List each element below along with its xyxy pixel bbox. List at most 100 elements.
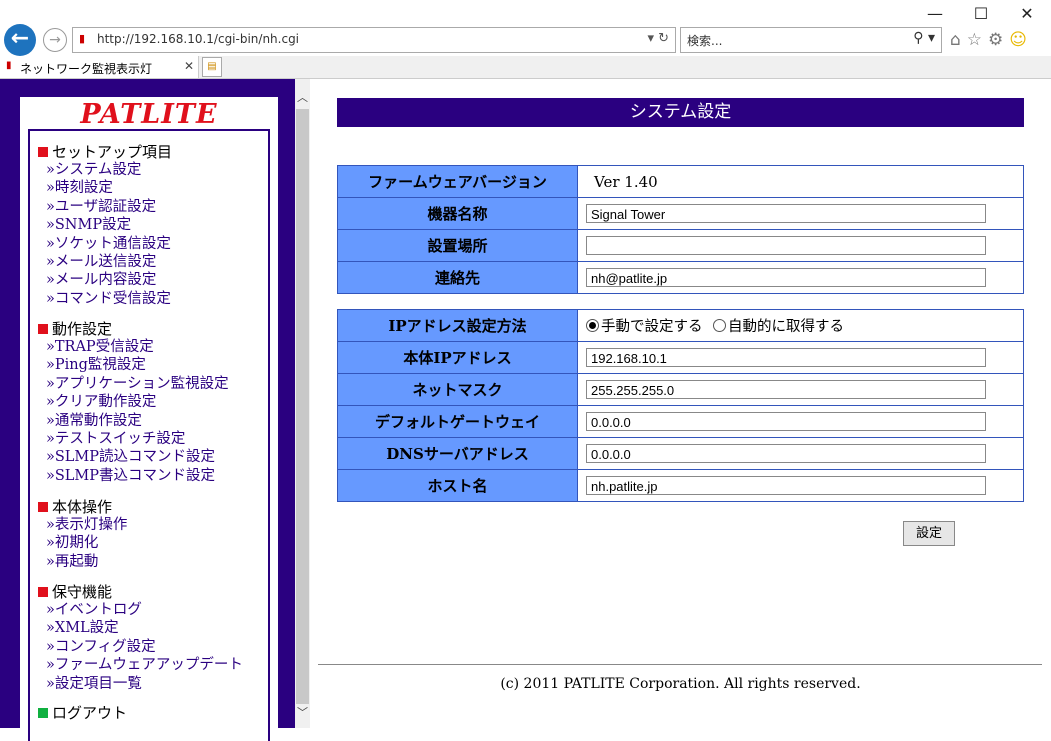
location-label: 設置場所 bbox=[337, 229, 578, 262]
hostname-cell: nh.patlite.jp bbox=[577, 469, 1024, 502]
table-row: 設置場所 bbox=[337, 229, 1024, 262]
ip-method-cell: 手動で設定する 自動的に取得する bbox=[577, 309, 1024, 342]
tab-active[interactable]: ▮ ネットワーク監視表示灯 ✕ bbox=[0, 56, 199, 78]
home-icon[interactable]: ⌂ bbox=[950, 30, 961, 50]
green-square-icon bbox=[38, 708, 48, 718]
search-icon[interactable]: ⚲ ▾ bbox=[913, 30, 935, 46]
forward-button[interactable]: → bbox=[43, 28, 67, 52]
menu-link-firmware[interactable]: »ファームウェアアップデート bbox=[38, 656, 243, 674]
menu-link-init[interactable]: »初期化 bbox=[38, 534, 127, 552]
ip-address-label: 本体IPアドレス bbox=[337, 341, 578, 374]
location-cell bbox=[577, 229, 1024, 262]
netmask-cell: 255.255.255.0 bbox=[577, 373, 1024, 406]
new-tab-icon[interactable]: ▤ bbox=[202, 57, 222, 77]
menu-section-heading: 保守機能 bbox=[38, 583, 243, 601]
menu-link-system[interactable]: »システム設定 bbox=[38, 161, 172, 179]
tab-title: ネットワーク監視表示灯 bbox=[20, 62, 153, 76]
sidebar-frame: PATLITE セットアップ項目 »システム設定 »時刻設定 »ユーザ認証設定 … bbox=[0, 79, 295, 741]
ip-auto-label[interactable]: 自動的に取得する bbox=[728, 319, 844, 335]
menu-section-heading: セットアップ項目 bbox=[38, 143, 172, 161]
menu-link-command-recv[interactable]: »コマンド受信設定 bbox=[38, 290, 172, 308]
menu-link-reboot[interactable]: »再起動 bbox=[38, 553, 127, 571]
scroll-down-icon[interactable]: ﹀ bbox=[295, 704, 310, 720]
dns-field[interactable]: 0.0.0.0 bbox=[586, 444, 986, 463]
sidebar-scrollbar[interactable]: ︿ ﹀ bbox=[295, 79, 310, 728]
menu-link-mail-send[interactable]: »メール送信設定 bbox=[38, 253, 172, 271]
menu-link-settings-list[interactable]: »設定項目一覧 bbox=[38, 675, 243, 693]
favicon-icon: ▮ bbox=[79, 32, 86, 45]
ip-auto-radio[interactable] bbox=[712, 319, 726, 332]
contact-cell: nh@patlite.jp bbox=[577, 261, 1024, 294]
menu-link-xml[interactable]: »XML設定 bbox=[38, 619, 243, 637]
tab-bar: ▮ ネットワーク監視表示灯 ✕ ▤ bbox=[0, 56, 1051, 79]
maximize-icon[interactable]: ☐ bbox=[966, 4, 996, 23]
table-row: 機器名称 Signal Tower bbox=[337, 197, 1024, 230]
gateway-field[interactable]: 0.0.0.0 bbox=[586, 412, 986, 431]
menu-link-slmp-read[interactable]: »SLMP読込コマンド設定 bbox=[38, 448, 229, 466]
tab-close-icon[interactable]: ✕ bbox=[184, 59, 194, 73]
scroll-up-icon[interactable]: ︿ bbox=[295, 89, 310, 105]
menu-section-maintenance: 保守機能 »イベントログ »XML設定 »コンフィグ設定 »ファームウェアアップ… bbox=[38, 583, 243, 693]
menu-link-normal[interactable]: »通常動作設定 bbox=[38, 412, 229, 430]
menu-link-eventlog[interactable]: »イベントログ bbox=[38, 601, 243, 619]
minimize-icon[interactable]: — bbox=[920, 4, 950, 23]
device-name-field[interactable]: Signal Tower bbox=[586, 204, 986, 223]
logout-link[interactable]: ログアウト bbox=[38, 704, 127, 722]
tab-favicon-icon: ▮ bbox=[6, 60, 12, 71]
ip-address-field[interactable]: 192.168.10.1 bbox=[586, 348, 986, 367]
menu-section-logout[interactable]: ログアウト bbox=[38, 704, 127, 722]
menu-section-heading: 動作設定 bbox=[38, 320, 229, 338]
close-window-icon[interactable]: ✕ bbox=[1012, 4, 1042, 23]
gateway-cell: 0.0.0.0 bbox=[577, 405, 1024, 438]
refresh-icon[interactable]: ▾ ↻ bbox=[647, 31, 669, 46]
menu-link-config[interactable]: »コンフィグ設定 bbox=[38, 638, 243, 656]
ip-manual-radio[interactable] bbox=[586, 319, 599, 332]
search-box[interactable]: 検索... ⚲ ▾ bbox=[680, 27, 942, 53]
firmware-label: ファームウェアバージョン bbox=[337, 165, 578, 198]
hostname-field[interactable]: nh.patlite.jp bbox=[586, 476, 986, 495]
menu-link-slmp-write[interactable]: »SLMP書込コマンド設定 bbox=[38, 467, 229, 485]
menu-link-time[interactable]: »時刻設定 bbox=[38, 179, 172, 197]
red-square-icon bbox=[38, 147, 48, 157]
settings-gear-icon[interactable]: ⚙ bbox=[988, 30, 1003, 50]
main-content: システム設定 ファームウェアバージョン Ver 1.40 機器名称 Signal… bbox=[310, 79, 1051, 728]
ip-method-label: IPアドレス設定方法 bbox=[337, 309, 578, 342]
menu-link-socket[interactable]: »ソケット通信設定 bbox=[38, 235, 172, 253]
firmware-value: Ver 1.40 bbox=[594, 172, 658, 191]
favorites-star-icon[interactable]: ☆ bbox=[967, 30, 982, 50]
ip-address-cell: 192.168.10.1 bbox=[577, 341, 1024, 374]
dns-label: DNSサーバアドレス bbox=[337, 437, 578, 470]
menu-link-trap[interactable]: »TRAP受信設定 bbox=[38, 338, 229, 356]
menu-link-mail-content[interactable]: »メール内容設定 bbox=[38, 271, 172, 289]
red-square-icon bbox=[38, 502, 48, 512]
table-row: 連絡先 nh@patlite.jp bbox=[337, 261, 1024, 294]
feedback-smiley-icon[interactable]: ☺ bbox=[1009, 30, 1027, 50]
netmask-label: ネットマスク bbox=[337, 373, 578, 406]
table-row: ホスト名 nh.patlite.jp bbox=[337, 469, 1024, 502]
table-row: DNSサーバアドレス 0.0.0.0 bbox=[337, 437, 1024, 470]
address-bar[interactable]: ▮ http://192.168.10.1/cgi-bin/nh.cgi ▾ ↻ bbox=[72, 27, 676, 53]
menu-link-ping[interactable]: »Ping監視設定 bbox=[38, 356, 229, 374]
back-button[interactable]: ← bbox=[4, 24, 36, 56]
menu-link-user-auth[interactable]: »ユーザ認証設定 bbox=[38, 198, 172, 216]
scroll-thumb[interactable] bbox=[296, 109, 309, 704]
browser-navbar: ← → ▮ http://192.168.10.1/cgi-bin/nh.cgi… bbox=[0, 22, 1051, 56]
location-field[interactable] bbox=[586, 236, 986, 255]
sidebar-panel: PATLITE セットアップ項目 »システム設定 »時刻設定 »ユーザ認証設定 … bbox=[20, 97, 278, 741]
menu-link-clear[interactable]: »クリア動作設定 bbox=[38, 393, 229, 411]
url-path: /cgi-bin/nh.cgi bbox=[213, 32, 300, 46]
ip-manual-label[interactable]: 手動で設定する bbox=[601, 319, 703, 335]
menu-link-test-switch[interactable]: »テストスイッチ設定 bbox=[38, 430, 229, 448]
dns-cell: 0.0.0.0 bbox=[577, 437, 1024, 470]
menu-link-snmp[interactable]: »SNMP設定 bbox=[38, 216, 172, 234]
patlite-logo: PATLITE bbox=[80, 99, 218, 130]
contact-label: 連絡先 bbox=[337, 261, 578, 294]
table-row: デフォルトゲートウェイ 0.0.0.0 bbox=[337, 405, 1024, 438]
submit-button[interactable]: 設定 bbox=[903, 521, 955, 546]
menu-link-lamp[interactable]: »表示灯操作 bbox=[38, 516, 127, 534]
contact-field[interactable]: nh@patlite.jp bbox=[586, 268, 986, 287]
netmask-field[interactable]: 255.255.255.0 bbox=[586, 380, 986, 399]
footer-divider bbox=[318, 664, 1042, 665]
menu-link-app-monitor[interactable]: »アプリケーション監視設定 bbox=[38, 375, 229, 393]
device-name-label: 機器名称 bbox=[337, 197, 578, 230]
